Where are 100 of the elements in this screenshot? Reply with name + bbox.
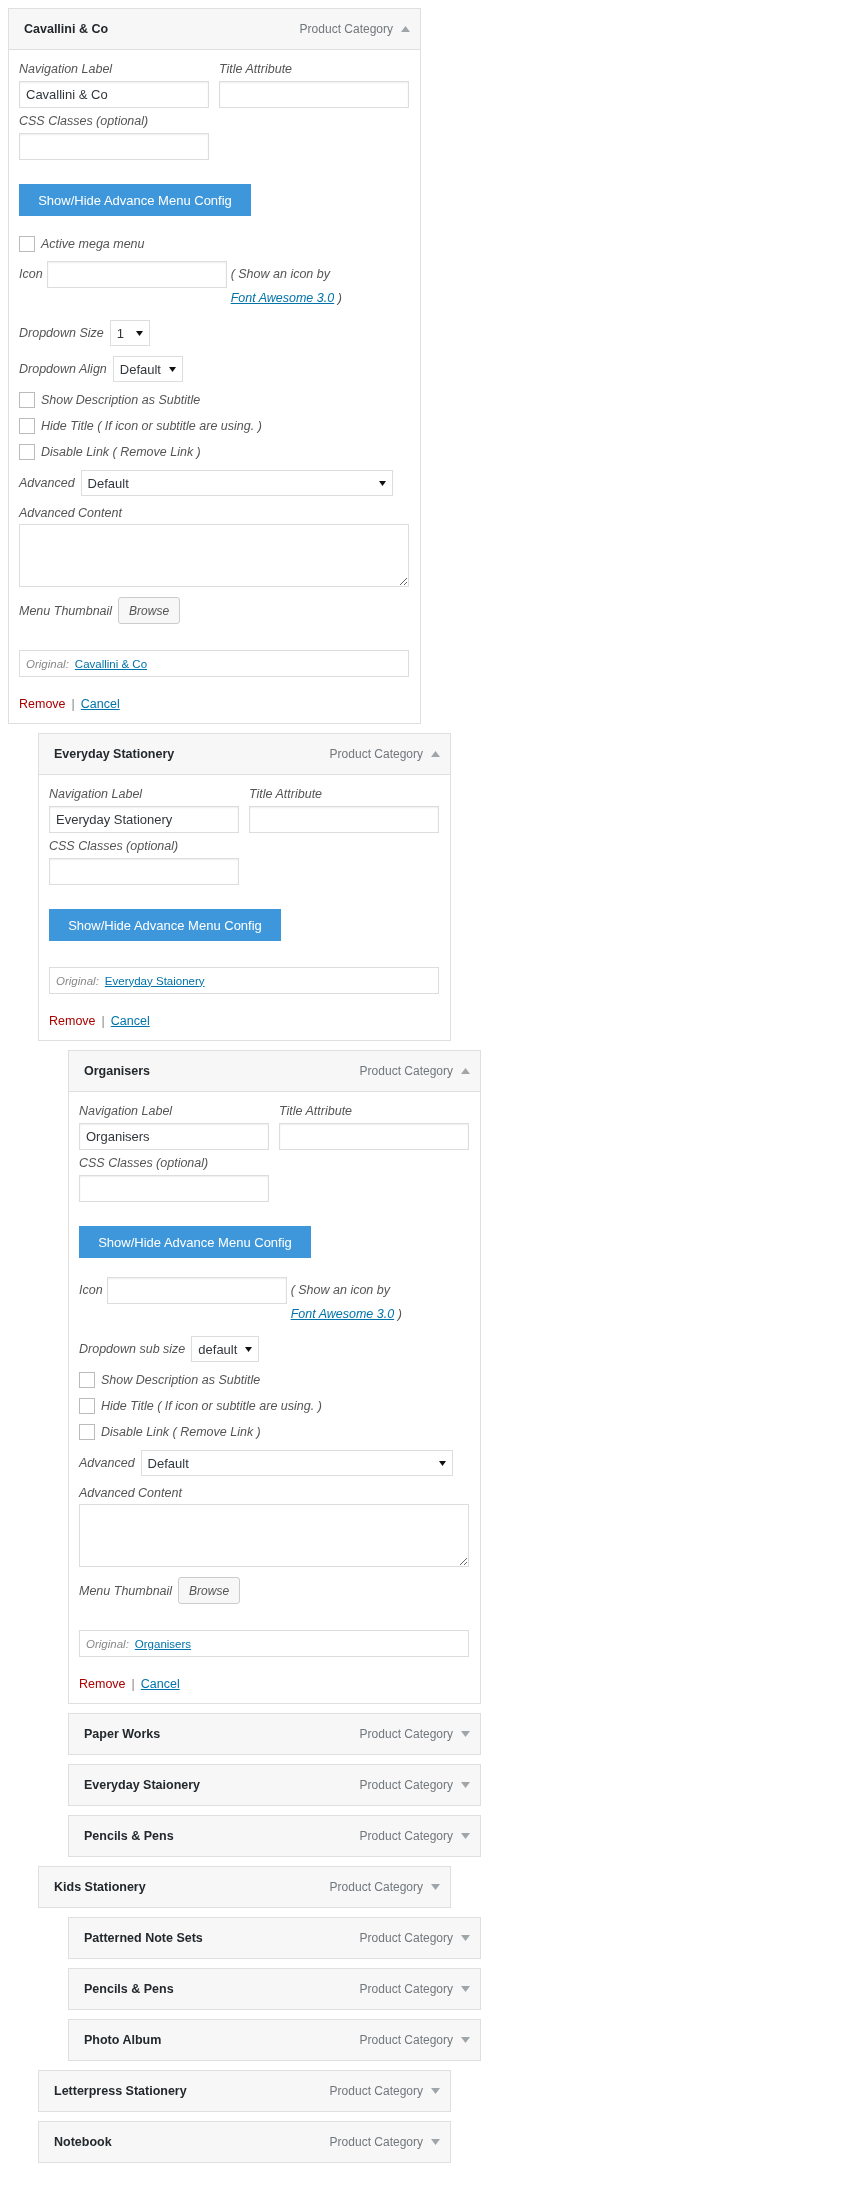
title-attribute-field[interactable] xyxy=(279,1123,469,1150)
menu-item-bar[interactable]: Kids Stationery Product Category xyxy=(38,1866,451,1908)
menu-item-header[interactable]: Cavallini & Co Product Category xyxy=(9,9,420,50)
original-link[interactable]: Everyday Staionery xyxy=(104,974,205,987)
caret-icon xyxy=(169,366,176,372)
checkbox[interactable] xyxy=(19,418,35,434)
item-type: Product Category xyxy=(359,1064,453,1078)
remove-link[interactable]: Remove xyxy=(19,697,66,711)
field-label: Dropdown Size xyxy=(19,326,104,340)
menu-item-bar[interactable]: Pencils & Pens Product Category xyxy=(68,1815,481,1857)
expand-arrow-icon[interactable] xyxy=(461,1935,470,1941)
dropdown[interactable]: Default xyxy=(112,356,183,382)
field-label: Title Attribute xyxy=(249,787,324,801)
original-label: Original: xyxy=(26,657,69,670)
text-area[interactable] xyxy=(19,524,409,587)
checkbox[interactable] xyxy=(79,1372,95,1388)
field-label: CSS Classes (optional) xyxy=(19,114,150,128)
item-type: Product Category xyxy=(299,22,393,36)
expand-arrow-icon[interactable] xyxy=(461,1782,470,1788)
expand-arrow-icon[interactable] xyxy=(431,1884,440,1890)
menu-item-bar[interactable]: Everyday Staionery Product Category xyxy=(68,1764,481,1806)
field-label: Dropdown sub size xyxy=(79,1342,186,1356)
title-attribute-field[interactable] xyxy=(249,806,439,833)
item-title: Pencils & Pens xyxy=(84,1829,175,1843)
expand-arrow-icon[interactable] xyxy=(461,1731,470,1737)
cancel-link[interactable]: Cancel xyxy=(140,1677,180,1691)
icon-field[interactable] xyxy=(46,261,227,288)
item-title: Paper Works xyxy=(84,1727,162,1741)
collapse-arrow-icon[interactable] xyxy=(461,1068,470,1074)
field-label: Advanced xyxy=(79,1456,135,1470)
checkbox-label: Disable Link ( Remove Link ) xyxy=(101,1425,261,1439)
checkbox-label: Hide Title ( If icon or subtitle are using. ) xyxy=(41,419,262,433)
field-label: CSS Classes (optional) xyxy=(79,1156,210,1170)
remove-link[interactable]: Remove xyxy=(49,1014,96,1028)
dropdown[interactable]: 1 xyxy=(109,320,150,346)
css-classes-field[interactable] xyxy=(79,1175,269,1202)
checkbox-label: Show Description as Subtitle xyxy=(41,393,201,407)
browse-button[interactable]: Browse xyxy=(118,597,181,624)
item-type: Product Category xyxy=(359,1982,453,1996)
dropdown[interactable]: Default xyxy=(140,1450,453,1476)
menu-item-bar[interactable]: Patterned Note Sets Product Category xyxy=(68,1917,481,1959)
checkbox-label: Hide Title ( If icon or subtitle are using. ) xyxy=(101,1399,322,1413)
navigation-label-field[interactable]: Cavallini & Co xyxy=(19,81,209,108)
original-link[interactable]: Organisers xyxy=(134,1637,192,1650)
font-awesome-link[interactable]: Font Awesome 3.0 xyxy=(230,291,335,305)
text-area[interactable] xyxy=(79,1504,469,1567)
menu-item-bar[interactable]: Photo Album Product Category xyxy=(68,2019,481,2061)
font-awesome-link[interactable]: Font Awesome 3.0 xyxy=(290,1307,395,1321)
cancel-link[interactable]: Cancel xyxy=(110,1014,150,1028)
item-title: Photo Album xyxy=(84,2033,163,2047)
collapse-arrow-icon[interactable] xyxy=(431,751,440,757)
menu-item-header[interactable]: Everyday Stationery Product Category xyxy=(39,734,450,775)
icon-field[interactable] xyxy=(106,1277,287,1304)
caret-icon xyxy=(135,330,143,336)
item-title: Organisers xyxy=(84,1064,151,1078)
item-type: Product Category xyxy=(359,1829,453,1843)
item-title: Cavallini & Co xyxy=(24,22,110,36)
item-title: Pencils & Pens xyxy=(84,1982,175,1996)
checkbox[interactable] xyxy=(79,1398,95,1414)
title-attribute-field[interactable] xyxy=(219,81,409,108)
menu-item-bar[interactable]: Pencils & Pens Product Category xyxy=(68,1968,481,2010)
menu-item-bar[interactable]: Paper Works Product Category xyxy=(68,1713,481,1755)
caret-icon xyxy=(438,1460,446,1466)
checkbox[interactable] xyxy=(19,392,35,408)
item-type: Product Category xyxy=(329,2135,423,2149)
original-link[interactable]: Cavallini & Co xyxy=(74,657,148,670)
field-label: Menu Thumbnail xyxy=(79,1583,173,1598)
cancel-link[interactable]: Cancel xyxy=(80,697,120,711)
checkbox[interactable] xyxy=(79,1424,95,1440)
collapse-arrow-icon[interactable] xyxy=(401,26,410,32)
expand-arrow-icon[interactable] xyxy=(431,2088,440,2094)
field-label: Navigation Label xyxy=(79,1104,174,1118)
menu-item-bar[interactable]: Notebook Product Category xyxy=(38,2121,451,2163)
expand-arrow-icon[interactable] xyxy=(461,1986,470,1992)
caret-icon xyxy=(378,480,386,486)
browse-button[interactable]: Browse xyxy=(178,1577,241,1604)
expand-arrow-icon[interactable] xyxy=(461,2037,470,2043)
item-type: Product Category xyxy=(359,1931,453,1945)
remove-link[interactable]: Remove xyxy=(79,1677,126,1691)
checkbox-label: Show Description as Subtitle xyxy=(101,1373,261,1387)
item-type: Product Category xyxy=(329,2084,423,2098)
icon-hint: ( Show an icon by Font Awesome 3.0 ) xyxy=(290,1282,403,1323)
checkbox[interactable] xyxy=(19,236,35,252)
css-classes-field[interactable] xyxy=(19,133,209,160)
menu-item-bar[interactable]: Letterpress Stationery Product Category xyxy=(38,2070,451,2112)
menu-item-header[interactable]: Organisers Product Category xyxy=(69,1051,480,1092)
original-label: Original: xyxy=(56,974,99,987)
expand-arrow-icon[interactable] xyxy=(461,1833,470,1839)
dropdown[interactable]: Default xyxy=(80,470,393,496)
caret-icon xyxy=(245,1346,253,1352)
dropdown[interactable]: default xyxy=(191,1336,260,1362)
expand-arrow-icon[interactable] xyxy=(431,2139,440,2145)
checkbox[interactable] xyxy=(19,444,35,460)
item-type: Product Category xyxy=(359,2033,453,2047)
navigation-label-field[interactable]: Everyday Stationery xyxy=(49,806,239,833)
field-label: CSS Classes (optional) xyxy=(49,839,180,853)
field-label: Advanced Content xyxy=(79,1486,182,1500)
navigation-label-field[interactable]: Organisers xyxy=(79,1123,269,1150)
css-classes-field[interactable] xyxy=(49,858,239,885)
item-title: Everyday Staionery xyxy=(84,1778,202,1792)
